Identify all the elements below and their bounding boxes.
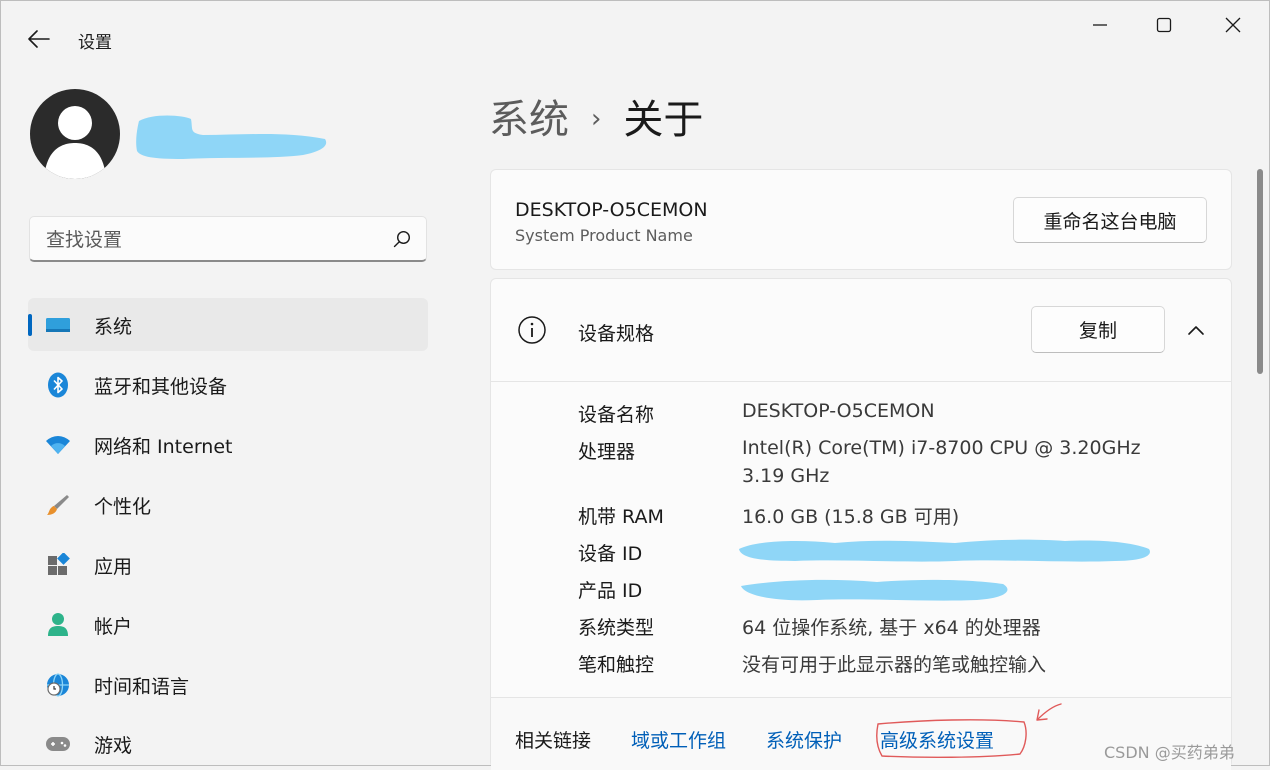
apps-icon: [45, 552, 71, 578]
breadcrumb-parent[interactable]: 系统: [489, 97, 569, 143]
username-redaction: [136, 115, 327, 159]
minimize-icon: [1093, 24, 1107, 26]
search-input[interactable]: [44, 226, 378, 254]
search-icon[interactable]: [392, 229, 412, 249]
watermark: CSDN @买药弟弟: [1104, 743, 1235, 762]
spec-label: 机带 RAM: [578, 506, 664, 528]
collapse-button[interactable]: [1181, 315, 1211, 345]
spec-value: DESKTOP-O5CEMON: [742, 400, 935, 422]
breadcrumb-separator-icon: ›: [591, 104, 602, 134]
sidebar-item-personalization[interactable]: 个性化: [28, 478, 428, 531]
highlight-circle-annotation: [876, 719, 1027, 759]
sidebar-item-label: 系统: [94, 316, 133, 338]
breadcrumb: 系统 › 关于: [489, 87, 703, 145]
sidebar-item-label: 时间和语言: [94, 676, 190, 698]
gamepad-icon: [45, 731, 71, 757]
sidebar-item-label: 个性化: [94, 496, 152, 518]
minimize-button[interactable]: [1077, 9, 1123, 41]
spec-value: Intel(R) Core(TM) i7-8700 CPU @ 3.20GHz: [742, 437, 1141, 459]
bluetooth-icon: [45, 372, 71, 398]
spec-value: 64 位操作系统, 基于 x64 的处理器: [742, 617, 1041, 639]
wifi-icon: [45, 432, 71, 458]
device-specs-header[interactable]: 设备规格 复制: [491, 279, 1231, 382]
domain-workgroup-link[interactable]: 域或工作组: [631, 726, 726, 753]
app-title: 设置: [78, 33, 112, 53]
device-name: DESKTOP-O5CEMON: [515, 199, 708, 221]
related-links-label: 相关链接: [515, 730, 592, 752]
spec-value: 没有可用于此显示器的笔或触控输入: [742, 654, 1047, 676]
device-id-redaction: [739, 539, 1150, 562]
sidebar-item-label: 应用: [94, 556, 133, 578]
user-icon: [44, 106, 106, 179]
maximize-button[interactable]: [1141, 9, 1187, 41]
sidebar-item-network[interactable]: 网络和 Internet: [28, 418, 428, 471]
spec-value-secondary: 3.19 GHz: [742, 465, 830, 487]
device-model: System Product Name: [515, 226, 693, 245]
close-button[interactable]: [1210, 9, 1256, 41]
sidebar-item-gaming[interactable]: 游戏: [28, 717, 428, 770]
spec-label: 产品 ID: [578, 580, 643, 602]
sidebar-item-label: 蓝牙和其他设备: [94, 376, 228, 398]
spec-label: 系统类型: [578, 617, 655, 639]
arrow-annotation-icon: [1036, 703, 1062, 721]
sidebar-item-time-language[interactable]: 时间和语言: [28, 658, 428, 711]
brush-icon: [45, 492, 71, 518]
sidebar-item-label: 游戏: [94, 735, 133, 757]
spec-value: 16.0 GB (15.8 GB 可用): [742, 506, 960, 528]
sidebar-item-system[interactable]: 系统: [28, 298, 428, 351]
spec-label: 处理器: [578, 441, 636, 463]
product-id-redaction: [741, 579, 1008, 601]
system-icon: [45, 312, 71, 338]
back-button[interactable]: [25, 25, 53, 53]
chevron-up-icon: [1188, 326, 1204, 335]
copy-button[interactable]: 复制: [1031, 306, 1165, 353]
maximize-icon: [1156, 17, 1172, 33]
spec-label: 设备名称: [578, 404, 655, 426]
search-box[interactable]: [29, 216, 427, 262]
rename-pc-button[interactable]: 重命名这台电脑: [1013, 197, 1207, 243]
sidebar-item-apps[interactable]: 应用: [28, 538, 428, 591]
avatar[interactable]: [30, 89, 120, 179]
sidebar-item-label: 帐户: [94, 616, 133, 638]
spec-label: 笔和触控: [578, 654, 655, 676]
spec-label: 设备 ID: [578, 543, 643, 565]
sidebar-item-accounts[interactable]: 帐户: [28, 598, 428, 651]
active-indicator: [28, 314, 32, 336]
sidebar-item-bluetooth[interactable]: 蓝牙和其他设备: [28, 358, 428, 411]
system-protection-link[interactable]: 系统保护: [766, 726, 842, 753]
info-icon: [518, 316, 546, 344]
account-icon: [45, 612, 71, 638]
page-title: 关于: [623, 97, 704, 143]
sidebar-item-label: 网络和 Internet: [94, 436, 233, 458]
close-icon: [1225, 17, 1241, 33]
device-specs-title: 设备规格: [578, 323, 655, 345]
globe-clock-icon: [45, 672, 71, 698]
device-specs-card: 设备规格 复制 设备名称 DESKTOP-O5CEMON 处理器 Intel(R…: [490, 278, 1232, 770]
scrollbar-thumb[interactable]: [1257, 169, 1263, 374]
device-card: DESKTOP-O5CEMON System Product Name 重命名这…: [490, 169, 1232, 270]
settings-window: 设置 系统 蓝牙和其他设备: [0, 0, 1270, 770]
back-arrow-icon: [28, 30, 50, 48]
